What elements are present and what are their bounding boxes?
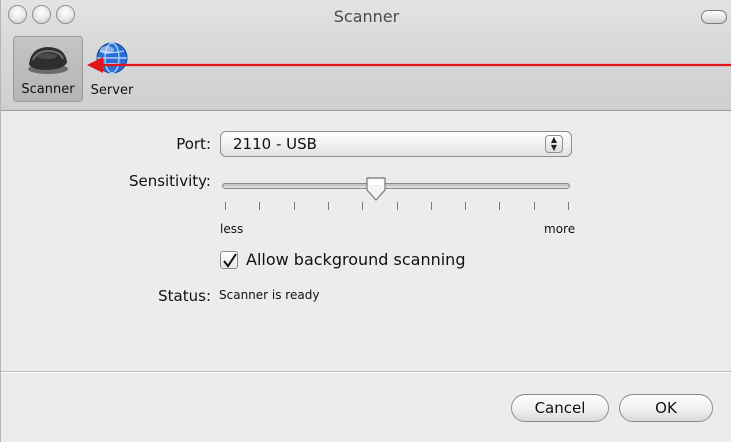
slider-tick (328, 202, 329, 210)
port-value: 2110 - USB (233, 135, 317, 153)
popup-arrows-icon: ▲ ▼ (545, 135, 563, 153)
slider-min-label: less (220, 222, 244, 236)
window-title: Scanner (333, 7, 400, 26)
slider-tick (225, 202, 226, 210)
slider-tick (362, 202, 363, 210)
status-label: Status: (158, 287, 211, 305)
cancel-button[interactable]: Cancel (511, 394, 609, 422)
toolbar-tab-label: Scanner (21, 82, 75, 97)
separator-highlight (1, 372, 731, 373)
toolbar-tab-label: Server (90, 83, 134, 98)
red-arrow-annotation (87, 57, 731, 73)
slider-tick (294, 202, 295, 210)
slider-tick (259, 202, 260, 210)
slider-max-label: more (544, 222, 576, 236)
toolbar-tab-scanner[interactable]: Scanner (13, 36, 83, 102)
sensitivity-slider-track[interactable] (222, 183, 570, 189)
port-label: Port: (176, 135, 211, 153)
preferences-window: Scanner Scanner Server Port: 2110 - USB … (0, 0, 731, 442)
checkmark-icon (223, 253, 237, 268)
slider-tick (465, 202, 466, 210)
status-value: Scanner is ready (219, 288, 320, 302)
sensitivity-slider-thumb[interactable] (365, 176, 387, 202)
allow-background-scanning-checkbox[interactable] (220, 251, 238, 269)
ok-button[interactable]: OK (619, 394, 713, 422)
slider-tick (431, 202, 432, 210)
scanner-icon (28, 47, 68, 74)
title-toolbar: Scanner Scanner Server (1, 0, 731, 111)
port-popup[interactable]: 2110 - USB ▲ ▼ (220, 131, 572, 157)
sensitivity-label: Sensitivity: (128, 172, 211, 190)
slider-tick (499, 202, 500, 210)
toolbar-toggle-button[interactable] (701, 10, 727, 24)
slider-tick (397, 202, 398, 210)
slider-tick (534, 202, 535, 210)
slider-tick (568, 202, 569, 210)
allow-background-scanning-label: Allow background scanning (246, 250, 466, 269)
